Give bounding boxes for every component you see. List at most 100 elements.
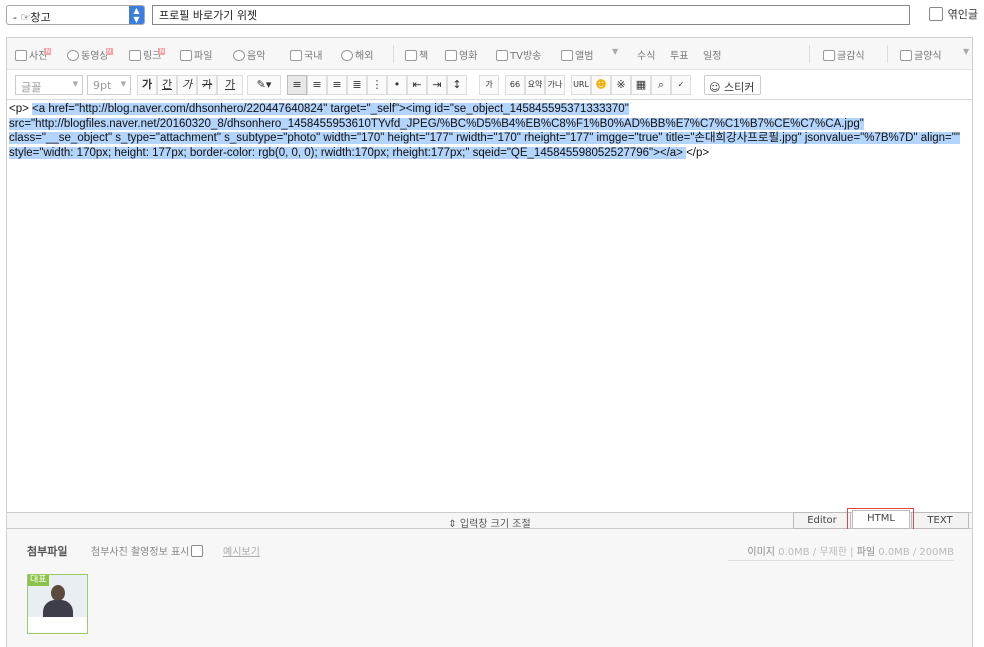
find-button[interactable]: ⌕ [651,75,671,95]
formula-button[interactable]: 수식 [637,47,655,62]
movie-label: 영화 [459,51,478,62]
resize-bar[interactable]: ⇕ 입력창 크기 조절 Editor HTML TEXT [7,508,972,533]
numbered-list-button[interactable]: ⋮ [367,75,387,95]
chevron-down-icon: ▼ [72,80,78,88]
album-button[interactable]: 앨범 [561,47,593,62]
align-center-button[interactable]: ≡ [307,75,327,95]
html-source-editor[interactable]: <p> <a href="http://blog.naver.com/dhson… [7,100,972,512]
bullet-list-button[interactable]: • [387,75,407,95]
template-button[interactable]: 글감식 [823,47,865,62]
schedule-button[interactable]: 일정 [703,47,721,62]
vote-button[interactable]: 투표 [670,47,688,62]
align-right-button[interactable]: ≡ [327,75,347,95]
exif-checkbox[interactable] [191,545,204,557]
chevron-down-icon[interactable]: ▼ [612,47,618,56]
post-header-row: - ☞창고 ▲▼ 엮인글 [6,5,978,25]
overseas-label: 해외 [355,51,374,62]
example-link[interactable]: 예시보기 [223,543,260,558]
format-toolbar: 글꼴 ▼ 9pt ▼ 가 간 가 가 가 ✎▾ ≡ ≡ ≡ ≣ ⋮ • ⇤ ⇥ ↕ … [7,70,972,100]
align-center-icon: ≡ [312,78,322,91]
sticker-label: 스티커 [723,81,755,94]
select-arrow-icon: ▲ ▼ [129,6,144,24]
tab-editor[interactable]: Editor [793,512,851,529]
post-title-input[interactable] [152,5,910,25]
category-select[interactable]: - ☞창고 ▲ ▼ [6,5,145,25]
toolbar-divider [393,45,394,63]
spellcheck-button[interactable]: 가나 [545,75,565,95]
chevron-down-icon[interactable]: ▼ [963,47,969,56]
highlight-color-button[interactable]: ✎▾ [247,75,281,95]
justify-button[interactable]: ≣ [347,75,367,95]
image-quota-label: 이미지 [747,547,776,558]
outdent-button[interactable]: ⇤ [407,75,427,95]
line-height-button[interactable]: ↕ [447,75,467,95]
style-button[interactable]: 글양식 [900,47,942,62]
new-badge-icon: N [44,48,52,55]
table-button[interactable]: ▦ [631,75,651,95]
underline-button[interactable]: 간 [157,75,177,95]
image-quota-value: 0.0MB [778,547,810,558]
quote-button[interactable]: 66 [505,75,525,95]
overseas-map-button[interactable]: 해외 [341,47,373,62]
attachment-title: 첨부파일 [27,545,68,558]
album-label: 앨범 [575,51,594,62]
exif-label: 첨부사진 촬영정보 표시 [91,547,190,558]
domestic-label: 국내 [304,51,323,62]
book-label: 책 [419,51,429,62]
tv-button[interactable]: TV방송 [496,47,541,62]
spell-check-icon: ✓ [677,80,685,89]
bold-button[interactable]: 가 [137,75,157,95]
quota-divider [728,560,954,561]
template-label: 글감식 [837,51,865,62]
formula-label: 수식 [637,51,656,62]
strikethrough-button[interactable]: 가 [197,75,217,95]
url-button[interactable]: URL [571,75,591,95]
toolbar-divider [809,45,810,63]
asterisk-icon: ※ [616,78,626,91]
tv-label: TV방송 [510,51,542,62]
magnifier-icon: ⌕ [657,78,665,91]
outdent-icon: ⇤ [412,78,422,91]
justify-icon: ≣ [352,78,362,91]
music-button[interactable]: 음악 [233,47,265,62]
storage-quota: 이미지 0.0MB / 무제한 | 파일 0.0MB / 200MB [747,547,954,558]
tab-text[interactable]: TEXT [911,512,969,529]
spell-check-button[interactable]: ✓ [671,75,691,95]
sticker-button[interactable]: ☺ 스티커 [704,75,762,95]
special-char-button[interactable]: ※ [611,75,631,95]
toolbar-divider [887,45,888,63]
exif-toggle[interactable]: 첨부사진 촬영정보 표시 [91,543,204,558]
trackback-toggle[interactable]: 엮인글 [928,6,978,22]
font-size-select[interactable]: 9pt ▼ [87,75,131,95]
font-size-value: 9pt [93,79,112,92]
video-button[interactable]: 동영상N [67,47,113,62]
music-icon [233,50,245,61]
insert-toolbar: 사진N 동영상N 링크N 파일 음악 국내 해외 책 영화 TV방송 앨범 ▼ … [7,38,972,70]
summary-button[interactable]: 요약 [525,75,545,95]
paragraph-open-tag: <p> [9,103,33,115]
category-value: - ☞창고 [13,11,51,24]
link-button[interactable]: 링크N [129,47,166,62]
file-button[interactable]: 파일 [180,47,212,62]
album-icon [561,50,573,61]
attachment-thumbnail[interactable]: 대표 [27,574,88,634]
font-select[interactable]: 글꼴 ▼ [15,75,83,95]
spacing-button[interactable]: 가 [479,75,499,95]
domestic-map-button[interactable]: 국내 [290,47,322,62]
book-button[interactable]: 책 [405,47,428,62]
text-color-button[interactable]: 가 [217,75,243,95]
profile-photo-head [51,585,65,601]
indent-button[interactable]: ⇥ [427,75,447,95]
film-icon [445,50,457,61]
trackback-label: 엮인글 [947,8,978,21]
align-left-button[interactable]: ≡ [287,75,307,95]
photo-button[interactable]: 사진N [15,47,52,62]
emoticon-button[interactable]: ☻ [591,75,611,95]
file-quota-value: 0.0MB [878,547,910,558]
italic-button[interactable]: 가 [177,75,197,95]
trackback-checkbox[interactable] [928,7,943,21]
representative-badge: 대표 [28,575,49,586]
movie-button[interactable]: 영화 [445,47,477,62]
new-badge-icon: N [105,48,113,55]
line-height-icon: ↕ [452,78,462,91]
